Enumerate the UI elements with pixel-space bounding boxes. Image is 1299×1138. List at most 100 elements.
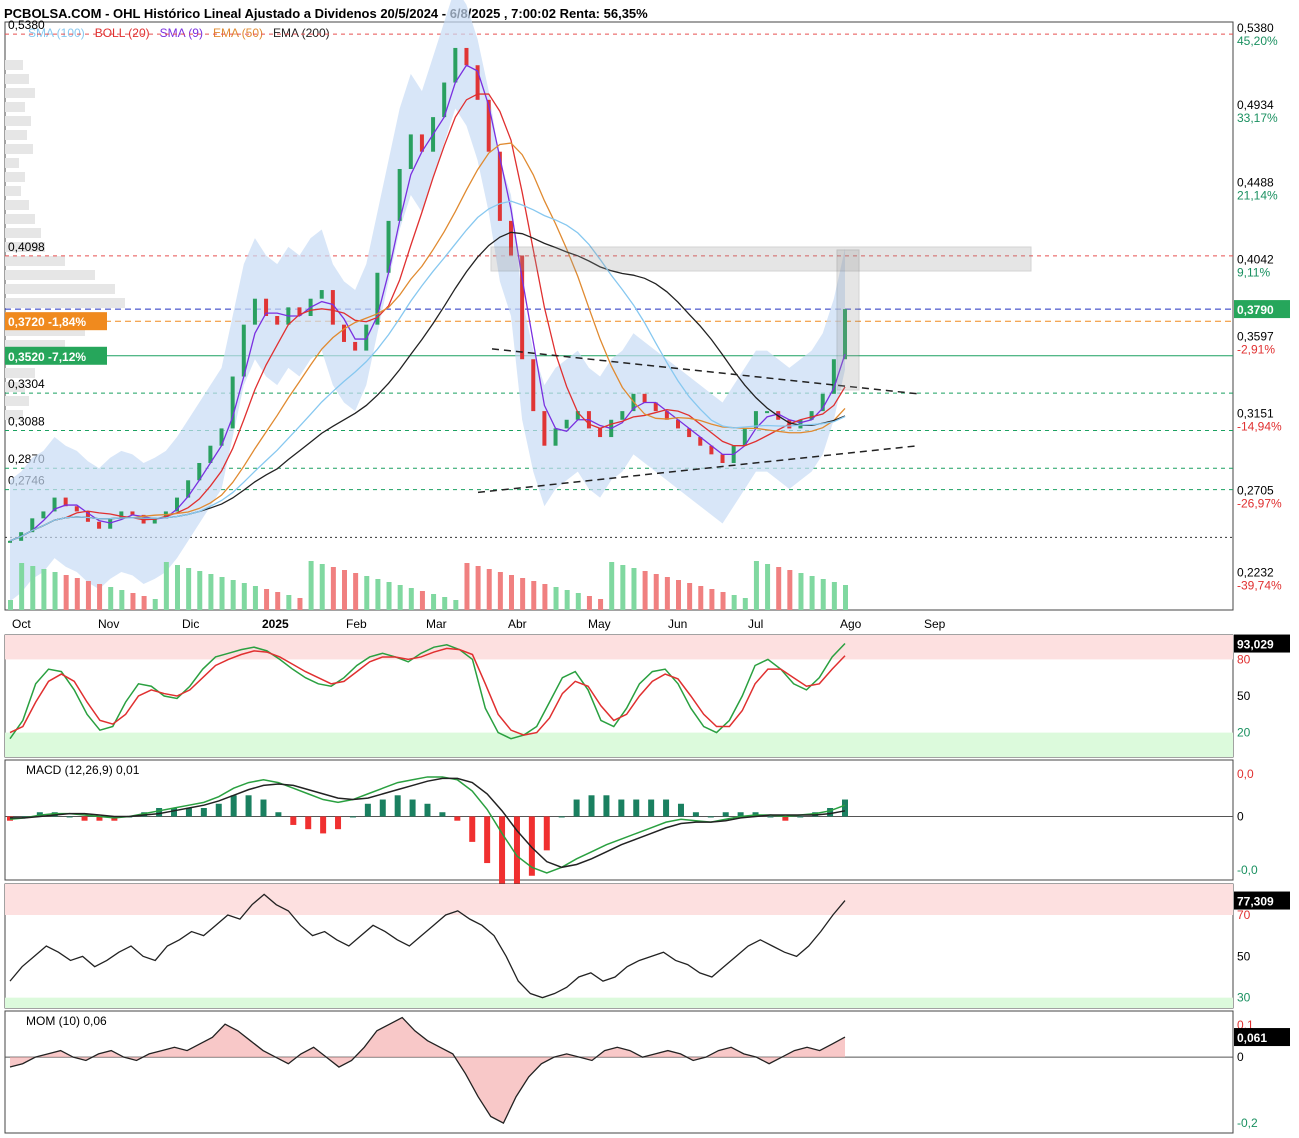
candle: [74, 506, 79, 512]
volume-profile-bar: [5, 130, 27, 140]
volume-bar: [74, 578, 80, 610]
volume-bar: [787, 570, 793, 610]
volume-bar: [820, 579, 826, 610]
right-price-label: 0,4934: [1237, 98, 1274, 112]
volume-bar: [353, 573, 359, 610]
macd-histogram-bar: [409, 799, 416, 817]
macd-histogram-bar: [320, 816, 327, 834]
level-label: 0: [1237, 1050, 1244, 1064]
volume-bar: [742, 598, 748, 610]
indicator-badge-label: 93,029: [1237, 638, 1274, 652]
volume-bar: [497, 572, 503, 610]
volume-bar: [709, 589, 715, 610]
candle: [353, 341, 358, 351]
right-price-label: 0,4488: [1237, 175, 1274, 189]
candle: [41, 511, 46, 519]
indicator-line: [9, 1016, 846, 1124]
volume-bar: [364, 576, 370, 610]
candle: [252, 298, 257, 325]
volume-bar: [375, 579, 381, 610]
candle: [464, 47, 469, 66]
bollinger-band: [10, 0, 845, 602]
price-chart: 0,53800,40980,33040,30880,28700,27460,37…: [4, 0, 1290, 1134]
macd-histogram-bar: [81, 816, 88, 821]
volume-bar: [19, 563, 25, 610]
macd-histogram-bar: [663, 799, 670, 817]
x-axis-label: Feb: [346, 617, 367, 631]
volume-bar: [653, 574, 659, 610]
macd-histogram-bar: [648, 799, 655, 817]
volume-bar: [63, 575, 69, 610]
volume-bar: [520, 578, 526, 610]
x-axis-label: Jun: [668, 617, 687, 631]
candle: [720, 454, 725, 463]
volume-bar: [531, 581, 537, 610]
volume-bar: [330, 567, 336, 610]
indicator-label: MACD (12,26,9) 0,01: [26, 763, 140, 777]
candle: [342, 324, 346, 342]
volume-bar: [509, 575, 514, 610]
macd-line: [9, 776, 846, 874]
resistance-box: [490, 246, 1032, 272]
candle: [564, 419, 569, 429]
candle: [553, 428, 558, 446]
macd-histogram-bar: [677, 803, 684, 817]
volume-bar: [252, 586, 258, 610]
volume-bar: [442, 597, 448, 610]
macd-histogram-bar: [618, 799, 625, 817]
volume-bar: [553, 587, 559, 610]
volume-bar: [798, 573, 804, 610]
macd-histogram-bar: [394, 795, 401, 817]
volume-bar: [609, 562, 615, 610]
volume-bar: [308, 561, 314, 610]
volume-bar: [753, 561, 759, 610]
volume-bar: [419, 591, 425, 610]
macd-histogram-bar: [185, 808, 192, 817]
candle: [8, 540, 12, 543]
volume-bar: [197, 571, 203, 610]
macd-histogram-bar: [156, 808, 163, 817]
level-label: 50: [1237, 689, 1251, 703]
right-pct-label: 33,17%: [1237, 111, 1278, 125]
volume-bar: [765, 564, 771, 610]
right-price-label: 0,3597: [1237, 329, 1274, 343]
overbought-zone: [5, 884, 1233, 915]
macd-histogram-bar: [603, 795, 610, 817]
volume-bar: [241, 583, 247, 610]
volume-profile-bar: [5, 60, 23, 70]
left-level-label: 0,3304: [8, 377, 45, 391]
volume-bar: [731, 595, 737, 610]
indicator-panel-frame: [4, 1010, 1234, 1134]
macd-histogram-bar: [454, 816, 461, 821]
macd-histogram-bar: [245, 795, 252, 817]
macd-histogram-bar: [499, 816, 506, 885]
indicator-panel-frame: [4, 759, 1234, 881]
macd-histogram-bar: [439, 812, 446, 817]
level-label: 0: [1237, 809, 1244, 823]
right-price-label: 0,3151: [1237, 407, 1274, 421]
volume-profile-bar: [5, 158, 19, 168]
volume-profile-bar: [5, 186, 21, 196]
volume-profile-bar: [5, 228, 41, 238]
macd-histogram-bar: [767, 816, 774, 818]
volume-bar: [586, 596, 592, 610]
volume-bar: [598, 599, 604, 610]
last-price-label: 0,3790: [1237, 303, 1274, 317]
right-pct-label: 9,11%: [1237, 266, 1270, 280]
right-pct-label: -39,74%: [1237, 579, 1282, 593]
volume-profile-bar: [5, 214, 35, 224]
macd-histogram-bar: [484, 816, 491, 864]
volume-bar: [687, 583, 693, 610]
volume-bar: [297, 598, 303, 610]
volume-bar: [175, 565, 180, 610]
candle: [319, 290, 324, 299]
x-axis-label: Mar: [426, 617, 447, 631]
volume-bar: [286, 595, 292, 610]
level-label: -0,0: [1237, 863, 1258, 877]
right-price-label: 0,4042: [1237, 253, 1274, 267]
macd-histogram-bar: [66, 816, 73, 818]
volume-bar: [41, 569, 47, 610]
right-pct-label: 21,14%: [1237, 188, 1278, 202]
level-label: 20: [1237, 726, 1251, 740]
candle: [275, 316, 280, 325]
